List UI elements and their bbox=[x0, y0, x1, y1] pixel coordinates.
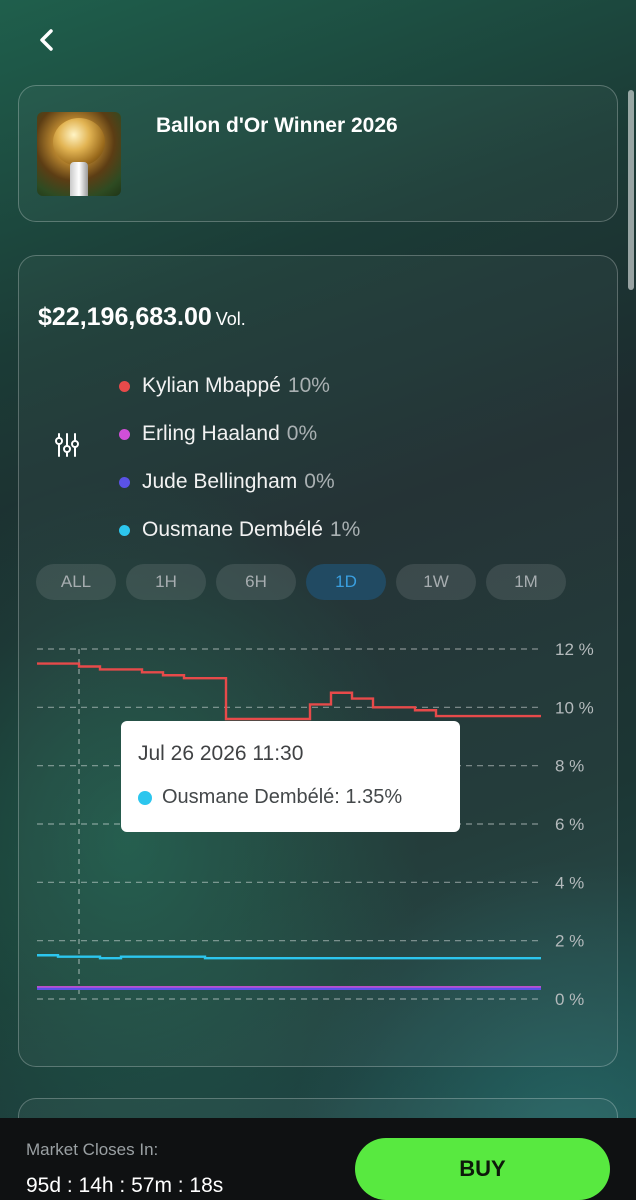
market-title: Ballon d'Or Winner 2026 bbox=[156, 114, 398, 137]
range-1d-button[interactable]: 1D bbox=[306, 564, 386, 600]
series-line-kylian-mbapp- bbox=[37, 662, 541, 721]
range-all-button[interactable]: ALL bbox=[36, 564, 116, 600]
legend-dot bbox=[119, 524, 130, 536]
range-1m-button[interactable]: 1M bbox=[486, 564, 566, 600]
legend-value: 0% bbox=[286, 422, 318, 445]
y-tick-label: 6 % bbox=[555, 815, 584, 834]
chevron-left-icon bbox=[40, 29, 53, 51]
y-tick-label: 4 % bbox=[555, 873, 584, 892]
volume-label: Vol. bbox=[215, 309, 246, 329]
tooltip-time: Jul 26 2026 11:30 bbox=[138, 742, 304, 765]
y-tick-label: 10 % bbox=[555, 698, 594, 717]
volume-value: $22,196,683.00 bbox=[38, 303, 212, 331]
buy-button[interactable]: BUY bbox=[355, 1138, 610, 1200]
range-1w-button[interactable]: 1W bbox=[396, 564, 476, 600]
y-tick-label: 2 % bbox=[555, 932, 584, 951]
legend-dot bbox=[119, 428, 130, 440]
chart-card: $22,196,683.00 Vol. Kylian Mbappé 10% Erl… bbox=[18, 255, 618, 1067]
legend-item-bellingham: Jude Bellingham 0% bbox=[119, 458, 360, 506]
legend-value: 0% bbox=[304, 470, 335, 493]
legend-item-mbappe: Kylian Mbappé 10% bbox=[119, 362, 360, 410]
legend-name: Ousmane Dembélé bbox=[142, 518, 323, 541]
chart-tooltip: Jul 26 2026 11:30 Ousmane Dembélé: 1.35% bbox=[121, 721, 460, 832]
tooltip-row: Ousmane Dembélé: 1.35% bbox=[138, 786, 402, 809]
bottom-bar: Market Closes In: 95d : 14h : 57m : 18s … bbox=[0, 1118, 636, 1200]
legend-item-dembele: Ousmane Dembélé 1% bbox=[119, 506, 360, 554]
legend-value: 1% bbox=[329, 518, 361, 541]
y-tick-label: 12 % bbox=[555, 640, 594, 659]
trophy-thumbnail bbox=[37, 112, 121, 196]
y-tick-label: 8 % bbox=[555, 757, 584, 776]
legend-item-haaland: Erling Haaland 0% bbox=[119, 410, 360, 458]
legend-dot bbox=[119, 380, 130, 392]
time-range-selector: ALL 1H 6H 1D 1W 1M bbox=[36, 564, 566, 600]
market-volume: $22,196,683.00 Vol. bbox=[38, 303, 246, 332]
range-6h-button[interactable]: 6H bbox=[216, 564, 296, 600]
legend-name: Erling Haaland bbox=[142, 422, 280, 445]
legend-value: 10% bbox=[287, 374, 330, 397]
y-tick-label: 0 % bbox=[555, 990, 584, 1009]
series-line-ousmane-demb-l- bbox=[37, 954, 541, 960]
legend-name: Kylian Mbappé bbox=[142, 374, 281, 397]
sliders-icon[interactable] bbox=[55, 432, 79, 458]
market-closes-label: Market Closes In: bbox=[26, 1140, 159, 1159]
scrollbar[interactable] bbox=[628, 90, 634, 290]
tooltip-text: Ousmane Dembélé: 1.35% bbox=[162, 786, 403, 808]
tooltip-dot bbox=[138, 790, 152, 805]
legend-dot bbox=[119, 476, 130, 488]
back-button[interactable] bbox=[30, 22, 66, 58]
legend-name: Jude Bellingham bbox=[142, 470, 298, 493]
market-header-card: Ballon d'Or Winner 2026 bbox=[18, 85, 618, 222]
chart-legend: Kylian Mbappé 10% Erling Haaland 0% Jude… bbox=[119, 362, 360, 554]
countdown-timer: 95d : 14h : 57m : 18s bbox=[26, 1174, 224, 1197]
range-1h-button[interactable]: 1H bbox=[126, 564, 206, 600]
